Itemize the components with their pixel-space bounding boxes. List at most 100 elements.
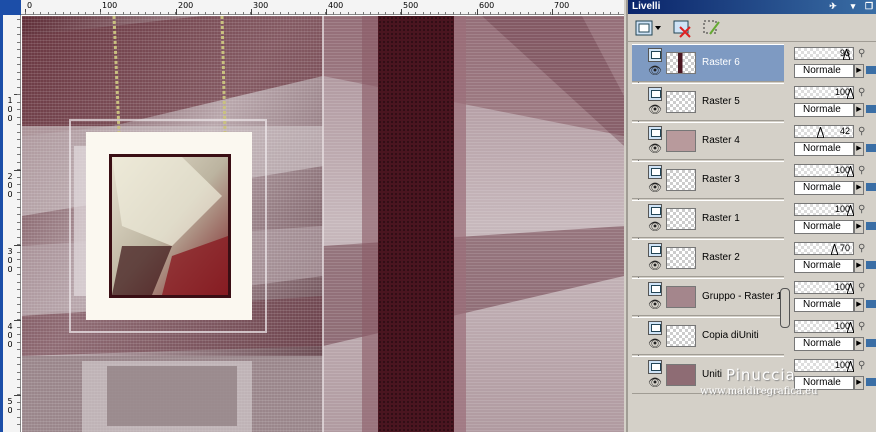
- eye-icon[interactable]: 👁: [648, 339, 662, 350]
- ruler-minor-tick: [17, 342, 21, 343]
- ruler-label: 0: [27, 1, 33, 10]
- blend-mode-arrow-icon[interactable]: ▶: [854, 337, 864, 351]
- edit-selection-button[interactable]: [702, 18, 722, 38]
- ruler-minor-tick: [468, 12, 469, 15]
- canvas-area[interactable]: 0 100 200 300 400 500 600 700 1 0 0 2 0 0 3 0 0 4 …: [0, 0, 624, 432]
- blend-mode-arrow-icon[interactable]: ▶: [854, 103, 864, 117]
- blend-mode-arrow-icon[interactable]: ▶: [854, 220, 864, 234]
- layer-type-icon[interactable]: [648, 204, 662, 218]
- opacity-slider-thumb[interactable]: [846, 320, 855, 334]
- opacity-slider-thumb[interactable]: [830, 242, 839, 256]
- lock-icon[interactable]: ⚲: [858, 203, 870, 216]
- layer-type-icon[interactable]: [648, 87, 662, 101]
- opacity-slider-thumb[interactable]: [846, 86, 855, 100]
- delete-layer-button[interactable]: [672, 18, 692, 38]
- opacity-slider[interactable]: 100: [794, 203, 855, 217]
- link-toggle[interactable]: [866, 378, 876, 386]
- link-toggle[interactable]: [866, 261, 876, 269]
- blend-mode-select[interactable]: Normale: [794, 103, 854, 117]
- layer-type-icon[interactable]: [648, 165, 662, 179]
- layer-row-raster-6[interactable]: 👁 Raster 6: [632, 44, 784, 82]
- layer-type-icon[interactable]: [648, 126, 662, 140]
- blend-mode-arrow-icon[interactable]: ▶: [854, 64, 864, 78]
- link-toggle[interactable]: [866, 144, 876, 152]
- image-canvas[interactable]: [22, 16, 624, 432]
- layer-type-icon[interactable]: [648, 282, 662, 296]
- blend-mode-select[interactable]: Normale: [794, 337, 854, 351]
- lock-icon[interactable]: ⚲: [858, 125, 870, 138]
- opacity-slider[interactable]: 100: [794, 320, 855, 334]
- blend-mode-select[interactable]: Normale: [794, 142, 854, 156]
- lock-icon[interactable]: ⚲: [858, 86, 870, 99]
- eye-icon[interactable]: 👁: [648, 66, 662, 77]
- layer-props-row: 93 ⚲ Normale ▶: [792, 44, 876, 82]
- horizontal-ruler[interactable]: 0 100 200 300 400 500 600 700: [21, 0, 624, 15]
- pin-icon[interactable]: ✈: [828, 1, 838, 12]
- link-toggle[interactable]: [866, 300, 876, 308]
- menu-arrow-icon[interactable]: ▾: [848, 1, 858, 12]
- opacity-slider-thumb[interactable]: [842, 47, 851, 61]
- eye-icon[interactable]: 👁: [648, 144, 662, 155]
- link-toggle[interactable]: [866, 222, 876, 230]
- blend-mode-arrow-icon[interactable]: ▶: [854, 376, 864, 390]
- eye-icon[interactable]: 👁: [648, 222, 662, 233]
- restore-icon[interactable]: ❐: [864, 1, 874, 12]
- opacity-slider-thumb[interactable]: [846, 281, 855, 295]
- lock-icon[interactable]: ⚲: [858, 281, 870, 294]
- layer-row-raster-3[interactable]: 👁 Raster 3: [632, 161, 784, 199]
- lock-icon[interactable]: ⚲: [858, 359, 870, 372]
- ruler-minor-tick: [115, 12, 116, 15]
- layer-type-icon[interactable]: [648, 48, 662, 62]
- blend-mode-select[interactable]: Normale: [794, 220, 854, 234]
- opacity-slider-thumb[interactable]: [846, 203, 855, 217]
- layer-row-gruppo-raster-1[interactable]: 👁 Gruppo - Raster 1: [632, 278, 784, 316]
- layer-type-icon[interactable]: [648, 321, 662, 335]
- opacity-slider[interactable]: 70: [794, 242, 854, 256]
- layer-type-icon[interactable]: [648, 243, 662, 257]
- opacity-slider[interactable]: 100: [794, 281, 855, 295]
- layer-type-icon[interactable]: [648, 360, 662, 374]
- layer-row-raster-4[interactable]: 👁 Raster 4: [632, 122, 784, 160]
- blend-mode-arrow-icon[interactable]: ▶: [854, 181, 864, 195]
- opacity-slider[interactable]: 100: [794, 86, 855, 100]
- lock-icon[interactable]: ⚲: [858, 242, 870, 255]
- blend-mode-select[interactable]: Normale: [794, 64, 854, 78]
- link-toggle[interactable]: [866, 339, 876, 347]
- link-toggle[interactable]: [866, 105, 876, 113]
- layer-row-raster-2[interactable]: 👁 Raster 2: [632, 239, 784, 277]
- eye-icon[interactable]: 👁: [648, 261, 662, 272]
- blend-mode-select[interactable]: Normale: [794, 259, 854, 273]
- opacity-slider[interactable]: 100: [794, 359, 855, 373]
- layer-row-copia-di-uniti[interactable]: 👁 Copia diUniti: [632, 317, 784, 355]
- blend-mode-arrow-icon[interactable]: ▶: [854, 298, 864, 312]
- link-toggle[interactable]: [866, 183, 876, 191]
- link-toggle[interactable]: [866, 66, 876, 74]
- opacity-slider[interactable]: 93: [794, 47, 854, 61]
- lock-icon[interactable]: ⚲: [858, 47, 870, 60]
- lock-icon[interactable]: ⚲: [858, 320, 870, 333]
- eye-icon[interactable]: 👁: [648, 183, 662, 194]
- layer-row-raster-1[interactable]: 👁 Raster 1: [632, 200, 784, 238]
- eye-icon[interactable]: 👁: [648, 378, 662, 389]
- opacity-slider-thumb[interactable]: [846, 164, 855, 178]
- opacity-slider-thumb[interactable]: [816, 125, 825, 139]
- opacity-slider[interactable]: 100: [794, 164, 855, 178]
- layer-row-raster-5[interactable]: 👁 Raster 5: [632, 83, 784, 121]
- vertical-ruler[interactable]: 1 0 0 2 0 0 3 0 0 4 0 0 5 0: [0, 15, 21, 432]
- blend-mode-select[interactable]: Normale: [794, 376, 854, 390]
- opacity-slider-thumb[interactable]: [846, 359, 855, 373]
- panel-splitter-handle[interactable]: [780, 288, 790, 328]
- eye-icon[interactable]: 👁: [648, 300, 662, 311]
- ruler-minor-tick: [17, 357, 21, 358]
- opacity-slider[interactable]: 42: [794, 125, 854, 139]
- layer-row-uniti[interactable]: 👁 Uniti: [632, 356, 784, 394]
- blend-mode-arrow-icon[interactable]: ▶: [854, 259, 864, 273]
- blend-mode-arrow-icon[interactable]: ▶: [854, 142, 864, 156]
- blend-mode-select[interactable]: Normale: [794, 298, 854, 312]
- new-raster-layer-button[interactable]: [634, 18, 662, 38]
- panel-title-bar[interactable]: Livelli ✈ ▾ ❐: [628, 0, 876, 14]
- eye-icon[interactable]: 👁: [648, 105, 662, 116]
- ruler-minor-tick: [17, 417, 21, 418]
- lock-icon[interactable]: ⚲: [858, 164, 870, 177]
- blend-mode-select[interactable]: Normale: [794, 181, 854, 195]
